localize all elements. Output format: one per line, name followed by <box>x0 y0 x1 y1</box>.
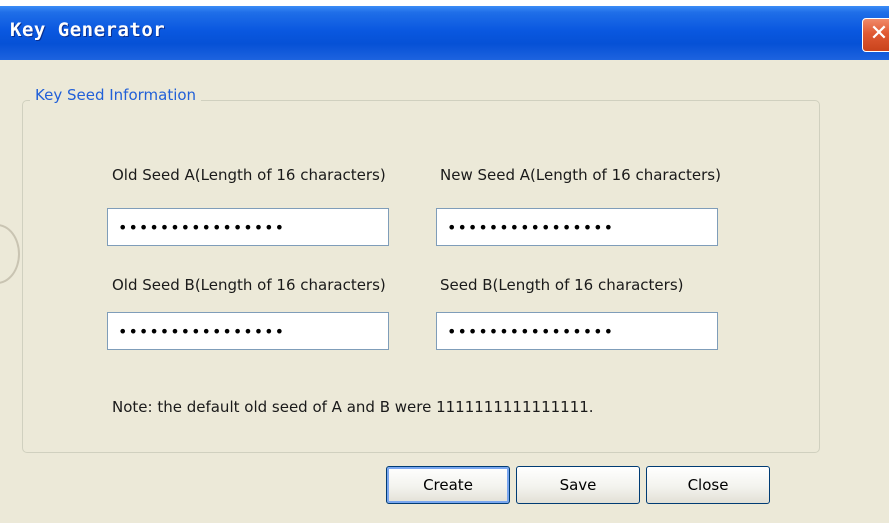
old-seed-b-label: Old Seed B(Length of 16 characters) <box>112 276 386 294</box>
seed-b-input[interactable] <box>436 312 718 350</box>
close-icon[interactable]: ✕ <box>862 18 889 52</box>
old-seed-a-label: Old Seed A(Length of 16 characters) <box>112 166 386 184</box>
old-seed-b-input[interactable] <box>107 312 389 350</box>
save-button[interactable]: Save <box>516 466 640 504</box>
new-seed-a-label: New Seed A(Length of 16 characters) <box>440 166 721 184</box>
key-generator-window: Key Generator ✕ Key Seed Information Old… <box>0 6 889 523</box>
new-seed-a-input[interactable] <box>436 208 718 246</box>
seed-b-label: Seed B(Length of 16 characters) <box>440 276 684 294</box>
close-button[interactable]: Close <box>646 466 770 504</box>
create-button[interactable]: Create <box>386 466 510 504</box>
decorative-arc <box>0 224 20 284</box>
old-seed-a-input[interactable] <box>107 208 389 246</box>
default-seed-note: Note: the default old seed of A and B we… <box>112 398 594 416</box>
groupbox-legend: Key Seed Information <box>30 86 202 104</box>
title-bar[interactable]: Key Generator ✕ <box>0 6 889 60</box>
window-title: Key Generator <box>10 19 166 41</box>
